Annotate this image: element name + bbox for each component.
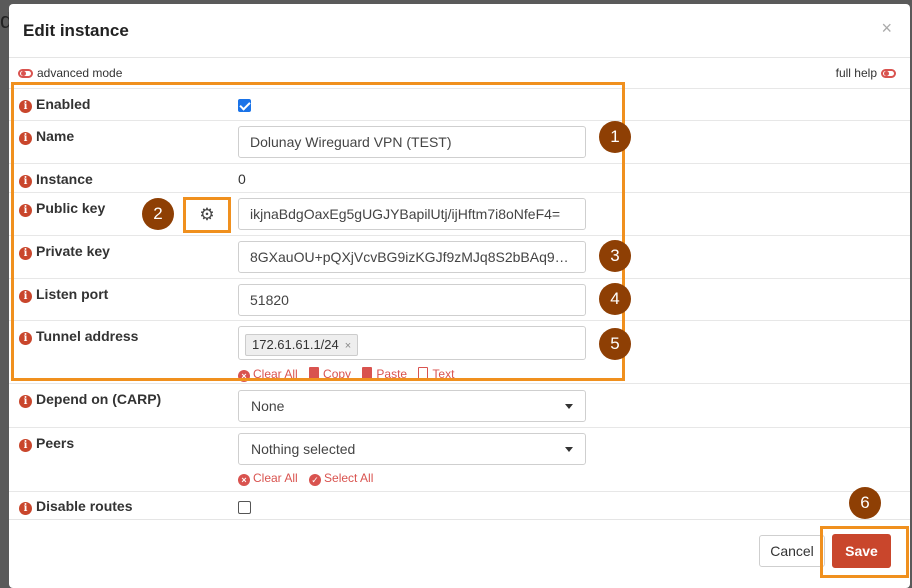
chevron-down-icon <box>565 447 573 452</box>
mode-toggles-row: advanced mode full help <box>9 58 910 88</box>
info-icon[interactable]: i <box>19 204 32 217</box>
peers-select-all-link[interactable]: ✓ Select All <box>309 471 373 486</box>
public-key-input[interactable]: ikjnaBdgOaxEg5gUGJYBapilUtj/ijHftm7i8oNf… <box>238 198 586 230</box>
row-depend-on-carp: i Depend on (CARP) None <box>9 383 910 427</box>
row-tunnel-address: i Tunnel address 172.61.61.1/24 × × Clear A… <box>9 320 910 383</box>
clear-icon: × <box>238 474 250 486</box>
annotation-badge-3: 3 <box>599 240 631 272</box>
generate-keys-button[interactable]: ⚙ <box>183 197 231 233</box>
row-instance: i Instance 0 <box>9 163 910 192</box>
info-icon[interactable]: i <box>19 175 32 188</box>
toggle-off-icon <box>881 69 896 79</box>
full-help-label: full help <box>835 66 877 80</box>
info-icon[interactable]: i <box>19 290 32 303</box>
listen-port-label: i Listen port <box>19 286 108 303</box>
info-icon[interactable]: i <box>19 502 32 515</box>
public-key-label: i Public key <box>19 200 105 217</box>
full-help-toggle[interactable]: full help <box>836 66 896 80</box>
toggle-off-icon <box>18 69 33 79</box>
instance-label: i Instance <box>19 171 93 188</box>
info-icon[interactable]: i <box>19 247 32 260</box>
info-icon[interactable]: i <box>19 439 32 452</box>
info-icon[interactable]: i <box>19 100 32 113</box>
info-icon[interactable]: i <box>19 332 32 345</box>
cancel-button[interactable]: Cancel <box>759 535 825 567</box>
disable-routes-label: i Disable routes <box>19 498 132 515</box>
row-listen-port: i Listen port 51820 <box>9 278 910 320</box>
annotation-badge-4: 4 <box>599 283 631 315</box>
info-icon[interactable]: i <box>19 132 32 145</box>
copy-link[interactable]: Copy <box>309 367 351 381</box>
advanced-mode-toggle[interactable]: advanced mode <box>18 66 122 80</box>
remove-tag-icon[interactable]: × <box>345 340 351 352</box>
info-icon[interactable]: i <box>19 395 32 408</box>
row-enabled: i Enabled <box>9 88 910 120</box>
tunnel-address-actions: × Clear All Copy Paste Text <box>238 367 462 382</box>
advanced-mode-label: advanced mode <box>37 66 123 80</box>
depend-on-carp-select[interactable]: None <box>238 390 586 422</box>
annotation-badge-1: 1 <box>599 121 631 153</box>
dialog-title: Edit instance <box>23 21 129 40</box>
disable-routes-checkbox[interactable] <box>238 501 251 514</box>
peers-label: i Peers <box>19 435 74 452</box>
copy-icon <box>309 367 320 379</box>
annotation-badge-6: 6 <box>849 487 881 519</box>
private-key-input[interactable]: 8GXauOU+pQXjVcvBG9izKGJf9zMJq8S2bBAq9Ys.… <box>238 241 586 273</box>
row-peers: i Peers Nothing selected × Clear All ✓ Sele… <box>9 427 910 491</box>
text-icon <box>418 367 429 379</box>
tunnel-address-label: i Tunnel address <box>19 328 138 345</box>
enabled-checkbox[interactable] <box>238 99 251 112</box>
peers-actions: × Clear All ✓ Select All <box>238 471 381 486</box>
text-link[interactable]: Text <box>418 367 454 381</box>
row-name: i Name Dolunay Wireguard VPN (TEST) <box>9 120 910 163</box>
name-input[interactable]: Dolunay Wireguard VPN (TEST) <box>238 126 586 158</box>
close-icon[interactable]: × <box>881 18 892 39</box>
annotation-badge-5: 5 <box>599 328 631 360</box>
check-icon: ✓ <box>309 474 322 486</box>
enabled-label: i Enabled <box>19 96 90 113</box>
private-key-label: i Private key <box>19 243 110 260</box>
peers-clear-all-link[interactable]: × Clear All <box>238 471 298 486</box>
chevron-down-icon <box>565 404 573 409</box>
listen-port-input[interactable]: 51820 <box>238 284 586 316</box>
clear-all-link[interactable]: × Clear All <box>238 367 298 382</box>
peers-select[interactable]: Nothing selected <box>238 433 586 465</box>
paste-icon <box>362 367 373 379</box>
paste-link[interactable]: Paste <box>362 367 407 381</box>
name-label: i Name <box>19 128 74 145</box>
edit-instance-dialog: Edit instance × advanced mode full help … <box>9 4 910 588</box>
clear-icon: × <box>238 370 250 382</box>
annotation-badge-2: 2 <box>142 198 174 230</box>
dialog-header: Edit instance × <box>9 4 910 58</box>
row-private-key: i Private key 8GXauOU+pQXjVcvBG9izKGJf9zM… <box>9 235 910 278</box>
save-button[interactable]: Save <box>832 534 891 568</box>
gear-icon: ⚙ <box>199 205 215 224</box>
depend-on-carp-label: i Depend on (CARP) <box>19 391 161 408</box>
row-disable-routes: i Disable routes <box>9 491 910 520</box>
instance-value: 0 <box>238 171 246 187</box>
tunnel-address-tokens-input[interactable]: 172.61.61.1/24 × <box>238 326 586 360</box>
tunnel-address-tag: 172.61.61.1/24 × <box>245 334 359 356</box>
